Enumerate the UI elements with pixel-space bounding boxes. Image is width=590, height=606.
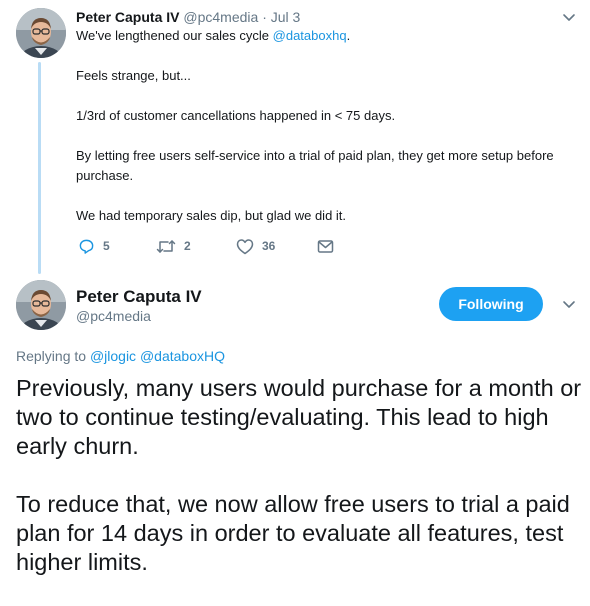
like-count: 36 [262, 239, 276, 253]
tweet-text: Previously, many users would purchase fo… [16, 374, 582, 606]
tweet-paragraph: By letting free users self-service into … [76, 148, 554, 183]
replying-to-mentions[interactable]: @jlogic @databoxHQ [90, 348, 225, 364]
reply-icon [79, 239, 94, 254]
thread-line [38, 62, 41, 274]
chevron-down-icon[interactable] [562, 297, 576, 311]
retweet-count: 2 [184, 239, 191, 253]
tweet-paragraph: To reduce that, we now allow free users … [16, 491, 570, 575]
retweet-icon [156, 239, 176, 253]
tweet-paragraph: 1/3rd of customer cancellations happened… [76, 108, 396, 123]
tweet-paragraph: Feels strange, but... [76, 68, 191, 83]
author-handle[interactable]: @pc4media [76, 307, 151, 325]
tweet-text-punct: . [346, 28, 351, 43]
tweet-paragraph: We had temporary sales dip, but glad we … [76, 208, 347, 223]
replying-to: Replying to @jlogic @databoxHQ [16, 347, 225, 365]
following-button[interactable]: Following [439, 287, 543, 321]
avatar[interactable] [16, 280, 66, 330]
like-icon [236, 238, 254, 254]
author-handle[interactable]: @pc4media [183, 9, 258, 25]
reply-count: 5 [103, 239, 110, 253]
reply-button[interactable]: 5 [78, 236, 110, 256]
author-name[interactable]: Peter Caputa IV [76, 286, 202, 308]
tweet-text-line: We've lengthened our sales cycle [76, 28, 273, 43]
retweet-button[interactable]: 2 [156, 236, 191, 256]
tweet-text: We've lengthened our sales cycle @databo… [76, 26, 556, 246]
mention-link[interactable]: @databoxhq [273, 28, 347, 43]
like-button[interactable]: 36 [236, 236, 275, 256]
chevron-down-icon[interactable] [562, 10, 576, 24]
tweet-date[interactable]: Jul 3 [271, 9, 301, 25]
direct-message-button[interactable] [317, 236, 334, 256]
message-icon [317, 239, 334, 253]
tweet-header: Peter Caputa IV @pc4media · Jul 3 [76, 8, 300, 26]
replying-to-label: Replying to [16, 348, 90, 364]
author-name[interactable]: Peter Caputa IV [76, 9, 179, 25]
tweet-actions: 5 2 36 [76, 236, 396, 256]
tweet-paragraph: Previously, many users would purchase fo… [16, 375, 582, 459]
avatar[interactable] [16, 8, 66, 58]
separator: · [262, 9, 267, 25]
